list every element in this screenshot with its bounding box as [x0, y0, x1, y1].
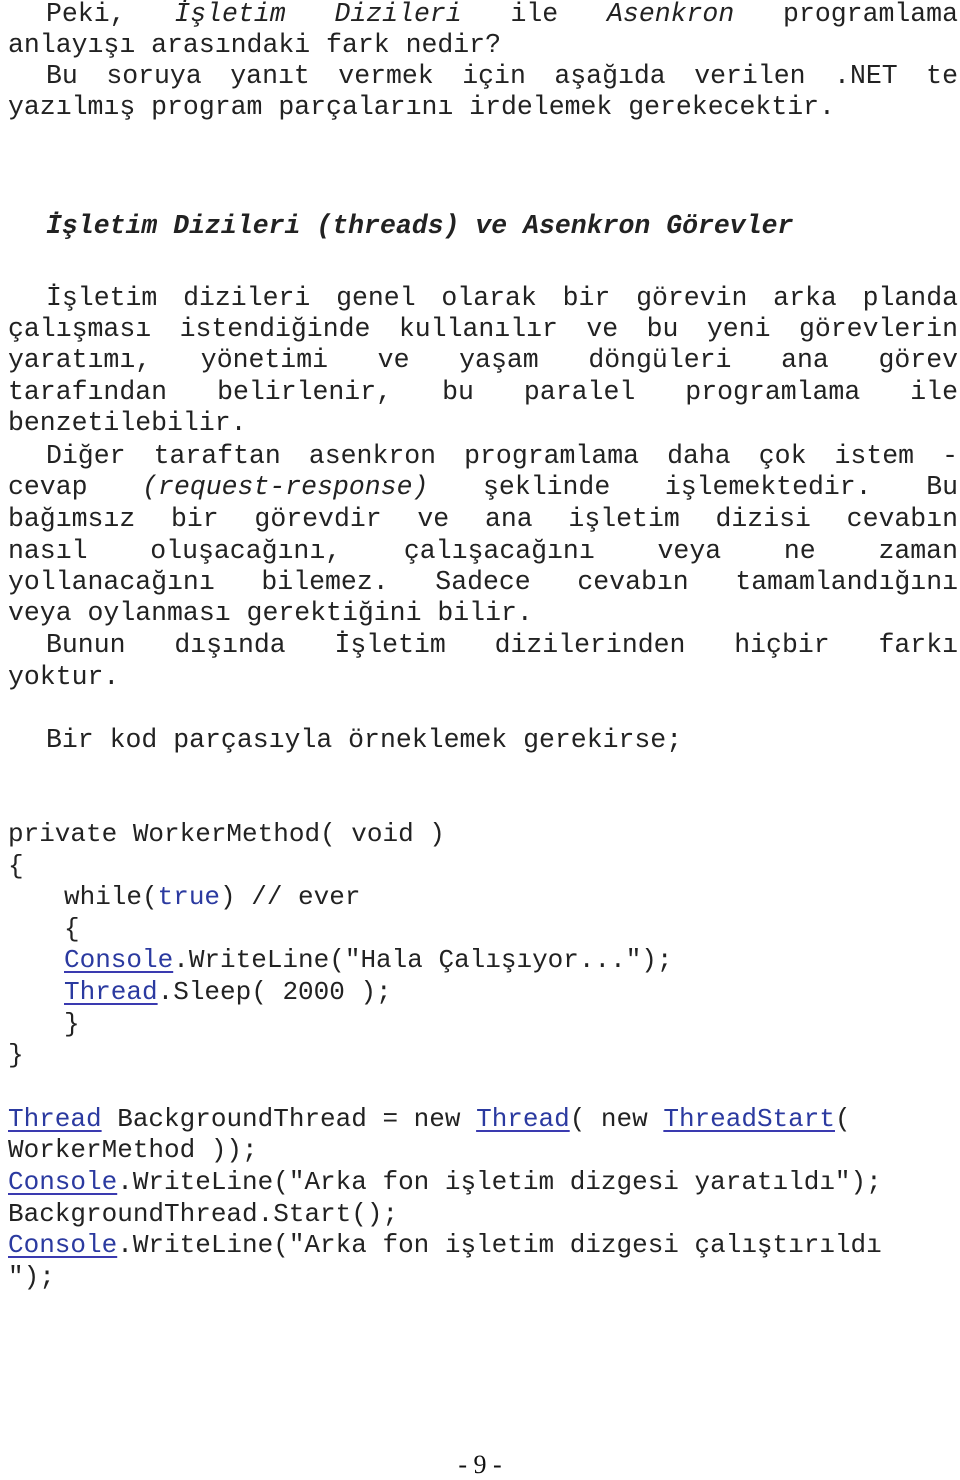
intro-line-4: yazılmış program parçalarını irdelemek g… — [8, 92, 835, 122]
keyword: true — [157, 882, 221, 912]
code-line: Console.WriteLine("Arka fon işletim dizg… — [8, 1230, 882, 1260]
intro-line-1: Peki, İşletim Dizileri ile Asenkron prog… — [46, 0, 958, 29]
code-line: { — [8, 851, 24, 881]
section-heading: İşletim Dizileri (threads) ve Asenkron G… — [46, 211, 794, 241]
code-line: { — [64, 914, 80, 944]
paragraph-line: yoktur. — [8, 662, 120, 692]
code-line: } — [64, 1009, 80, 1039]
type-link[interactable]: Console — [8, 1230, 117, 1260]
code-line: WorkerMethod )); — [8, 1135, 258, 1165]
type-link[interactable]: ThreadStart — [663, 1104, 835, 1134]
code-intro: Bir kod parçasıyla örneklemek gerekirse; — [46, 725, 683, 755]
code-line: } — [8, 1040, 24, 1070]
type-link[interactable]: Thread — [8, 1104, 102, 1134]
code-line: Console.WriteLine("Arka fon işletim dizg… — [8, 1167, 882, 1197]
type-link[interactable]: Console — [64, 945, 173, 975]
paragraph-line: veya oylanması gerektiğini bilir. — [8, 598, 533, 628]
code-line: BackgroundThread.Start(); — [8, 1199, 399, 1229]
paragraph-line: tarafından belirlenir, bu paralel progra… — [8, 377, 958, 407]
paragraph-line: Bunun dışında İşletim dizilerinden hiçbi… — [46, 630, 958, 660]
code-line: Console.WriteLine("Hala Çalışıyor..."); — [64, 945, 673, 975]
type-link[interactable]: Console — [8, 1167, 117, 1197]
paragraph-line: bağımsız bir görevdir ve ana işletim diz… — [8, 504, 958, 534]
code-line: Thread BackgroundThread = new Thread( ne… — [8, 1104, 851, 1134]
type-link[interactable]: Thread — [476, 1104, 570, 1134]
code-line: while(true) // ever — [64, 882, 361, 912]
paragraph-line: yollanacağını bilemez. Sadece cevabın ta… — [8, 567, 958, 597]
paragraph-line: nasıl oluşacağını, çalışacağını veya ne … — [8, 536, 958, 566]
paragraph-line: çalışması istendiğinde kullanılır ve bu … — [8, 314, 958, 344]
page-number: - 9 - — [458, 1450, 502, 1479]
code-line: Thread.Sleep( 2000 ); — [64, 977, 392, 1007]
intro-line-3: Bu soruya yanıt vermek için aşağıda veri… — [46, 61, 958, 91]
paragraph-line: cevap (request-response) şeklinde işleme… — [8, 472, 959, 502]
code-line: "); — [8, 1262, 55, 1292]
type-link[interactable]: Thread — [64, 977, 158, 1007]
paragraph-line: İşletim dizileri genel olarak bir görevi… — [46, 283, 958, 313]
paragraph-line: benzetilebilir. — [8, 408, 247, 438]
code-line: private WorkerMethod( void ) — [8, 819, 445, 849]
paragraph-line: Diğer taraftan asenkron programlama daha… — [46, 441, 958, 471]
paragraph-line: yaratımı, yönetimi ve yaşam döngüleri an… — [8, 345, 958, 375]
intro-line-2: anlayışı arasındaki fark nedir? — [8, 30, 501, 60]
